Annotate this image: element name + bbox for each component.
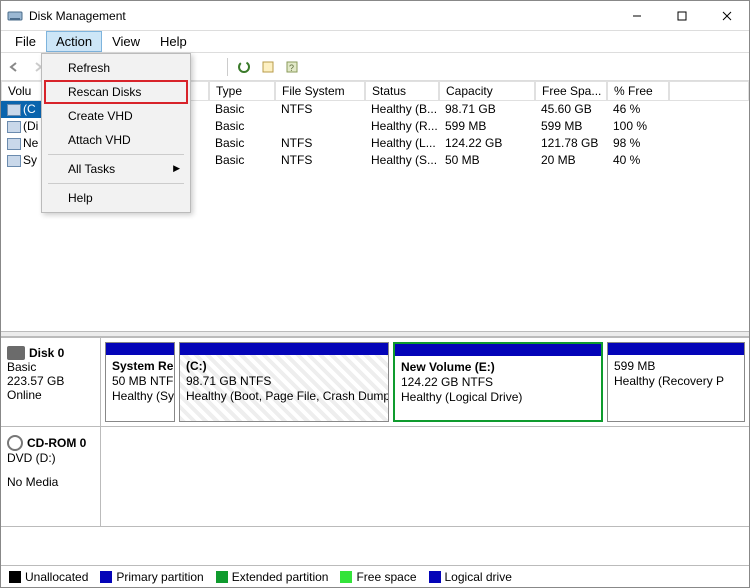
legend-free: Free space — [340, 570, 416, 584]
vol-free: 121.78 GB — [535, 135, 607, 152]
vol-free: 599 MB — [535, 118, 607, 135]
vol-type: Basic — [209, 101, 275, 118]
menu-action[interactable]: Action — [46, 31, 102, 52]
col-free[interactable]: Free Spa... — [535, 81, 607, 101]
partition-bar — [180, 343, 388, 355]
minimize-button[interactable] — [614, 1, 659, 30]
disk0-info[interactable]: Disk 0 Basic 223.57 GB Online — [1, 338, 101, 426]
vol-fs — [275, 118, 365, 135]
menu-file[interactable]: File — [5, 31, 46, 52]
vol-fs: NTFS — [275, 135, 365, 152]
vol-pct: 40 % — [607, 152, 669, 169]
cdrom-state: No Media — [7, 475, 94, 489]
disk0-partitions: System Re 50 MB NTF Healthy (Sy (C:) 98.… — [101, 338, 749, 426]
menu-attach-vhd[interactable]: Attach VHD — [44, 128, 188, 152]
partition-bar — [106, 343, 174, 355]
col-spacer — [669, 81, 749, 101]
cdrom-partitions — [101, 427, 749, 526]
legend-extended: Extended partition — [216, 570, 329, 584]
app-icon — [7, 8, 23, 24]
cdrom-kind: DVD (D:) — [7, 451, 94, 465]
back-button[interactable] — [5, 56, 27, 78]
disk0-kind: Basic — [7, 360, 94, 374]
partition-recovery[interactable]: 599 MB Healthy (Recovery P — [607, 342, 745, 422]
chevron-right-icon: ▶ — [173, 163, 180, 174]
partition-system-reserved[interactable]: System Re 50 MB NTF Healthy (Sy — [105, 342, 175, 422]
col-filesystem[interactable]: File System — [275, 81, 365, 101]
vol-pct: 100 % — [607, 118, 669, 135]
svg-text:?: ? — [289, 63, 294, 73]
menu-separator — [48, 183, 184, 184]
vol-capacity: 98.71 GB — [439, 101, 535, 118]
vol-type: Basic — [209, 135, 275, 152]
vol-capacity: 599 MB — [439, 118, 535, 135]
menu-refresh[interactable]: Refresh — [44, 56, 188, 80]
vol-status: Healthy (B... — [365, 101, 439, 118]
partition-new-volume-e[interactable]: New Volume (E:) 124.22 GB NTFS Healthy (… — [393, 342, 603, 422]
partition-bar — [608, 343, 744, 355]
volume-icon — [7, 104, 21, 116]
vol-pct: 98 % — [607, 135, 669, 152]
col-type[interactable]: Type — [209, 81, 275, 101]
action-dropdown: Refresh Rescan Disks Create VHD Attach V… — [41, 53, 191, 213]
menu-all-tasks[interactable]: All Tasks▶ — [44, 157, 188, 181]
vol-status: Healthy (L... — [365, 135, 439, 152]
disk0-state: Online — [7, 388, 94, 402]
properties-icon[interactable] — [257, 56, 279, 78]
disk-row-0[interactable]: Disk 0 Basic 223.57 GB Online System Re … — [1, 337, 749, 427]
vol-free: 45.60 GB — [535, 101, 607, 118]
col-status[interactable]: Status — [365, 81, 439, 101]
disk-icon — [7, 346, 25, 360]
volume-icon — [7, 121, 21, 133]
col-capacity[interactable]: Capacity — [439, 81, 535, 101]
window-title: Disk Management — [29, 9, 614, 23]
window-controls — [614, 1, 749, 30]
title-bar: Disk Management — [1, 1, 749, 31]
volume-icon — [7, 155, 21, 167]
menu-bar: File Action View Help — [1, 31, 749, 53]
legend-unallocated: Unallocated — [9, 570, 88, 584]
col-pctfree[interactable]: % Free — [607, 81, 669, 101]
vol-capacity: 124.22 GB — [439, 135, 535, 152]
vol-status: Healthy (S... — [365, 152, 439, 169]
vol-fs: NTFS — [275, 101, 365, 118]
vol-free: 20 MB — [535, 152, 607, 169]
disk-map: Disk 0 Basic 223.57 GB Online System Re … — [1, 337, 749, 527]
legend-primary: Primary partition — [100, 570, 203, 584]
maximize-button[interactable] — [659, 1, 704, 30]
cdrom-info[interactable]: CD-ROM 0 DVD (D:) No Media — [1, 427, 101, 526]
disk0-size: 223.57 GB — [7, 374, 94, 388]
menu-view[interactable]: View — [102, 31, 150, 52]
vol-type: Basic — [209, 152, 275, 169]
menu-create-vhd[interactable]: Create VHD — [44, 104, 188, 128]
legend: Unallocated Primary partition Extended p… — [1, 565, 749, 587]
refresh-icon[interactable] — [233, 56, 255, 78]
vol-fs: NTFS — [275, 152, 365, 169]
vol-status: Healthy (R... — [365, 118, 439, 135]
menu-rescan-disks[interactable]: Rescan Disks — [44, 80, 188, 104]
menu-separator — [48, 154, 184, 155]
menu-help[interactable]: Help — [150, 31, 197, 52]
toolbar-separator — [227, 58, 228, 76]
volume-icon — [7, 138, 21, 150]
menu-help-item[interactable]: Help — [44, 186, 188, 210]
help-icon[interactable]: ? — [281, 56, 303, 78]
legend-logical: Logical drive — [429, 570, 512, 584]
partition-c[interactable]: (C:) 98.71 GB NTFS Healthy (Boot, Page F… — [179, 342, 389, 422]
partition-bar — [395, 344, 601, 356]
close-button[interactable] — [704, 1, 749, 30]
vol-pct: 46 % — [607, 101, 669, 118]
vol-capacity: 50 MB — [439, 152, 535, 169]
disk-row-cdrom[interactable]: CD-ROM 0 DVD (D:) No Media — [1, 427, 749, 527]
vol-type: Basic — [209, 118, 275, 135]
cdrom-icon — [7, 435, 23, 451]
